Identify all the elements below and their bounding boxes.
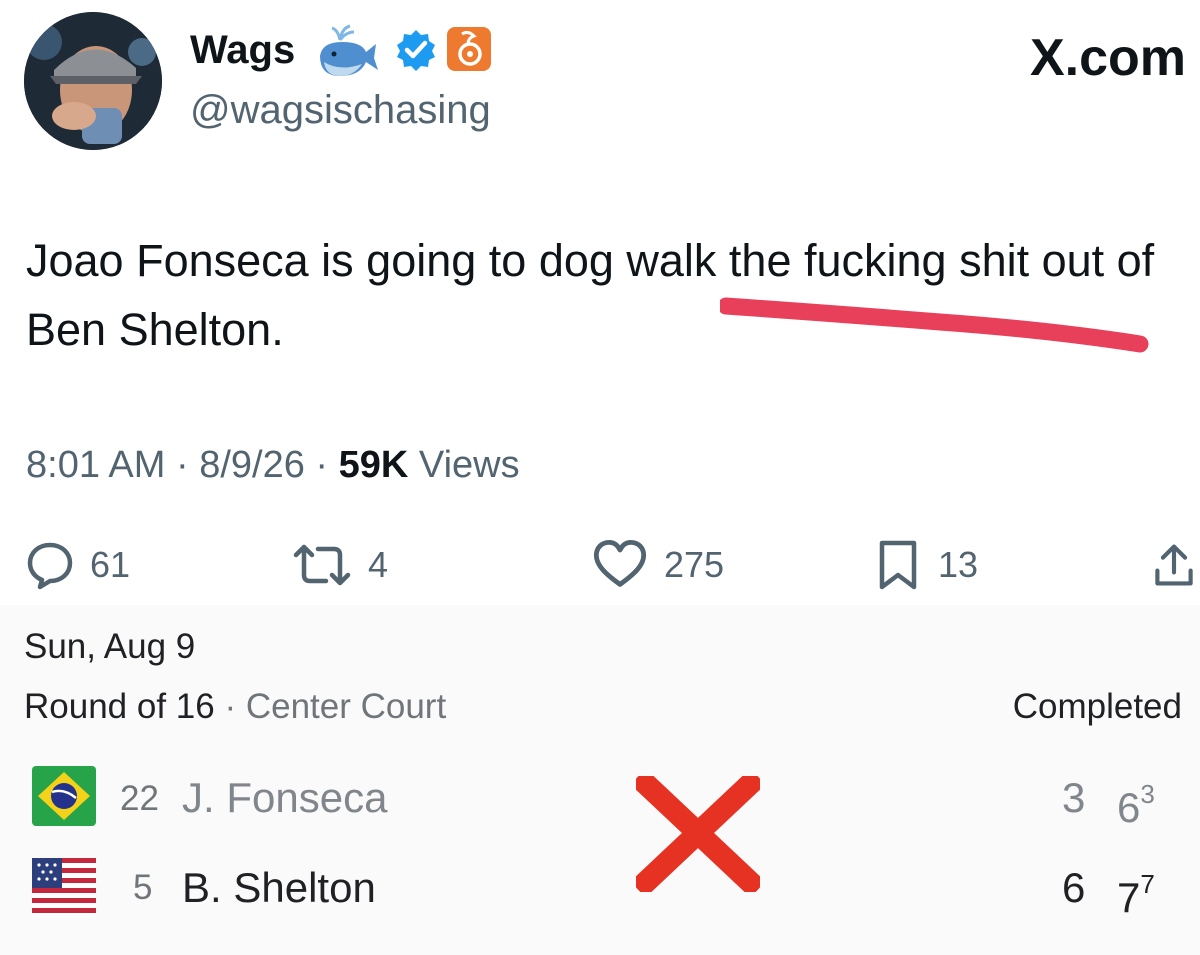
set-score: 77 [1117,862,1155,924]
match-round-line: Round of 16 · Center Court [24,683,446,731]
set-score: 6 [1062,864,1086,911]
reply-icon [27,542,73,590]
share-icon [1155,544,1193,586]
tweet-time[interactable]: 8:01 AM [26,444,165,486]
set-score: 3 [1062,774,1086,821]
reply-count: 61 [90,544,131,585]
tweet-meta: 8:01 AM · 8/9/26 · 59K Views [26,440,520,490]
whale-icon [320,24,378,76]
tiebreak-score: 3 [1140,779,1155,809]
tweet-date[interactable]: 8/9/26 [199,444,305,486]
player-seed: 5 [133,868,153,907]
match-status: Completed [1012,687,1182,726]
red-underline-annotation [720,297,1149,353]
bookmark-icon [879,540,917,590]
brazil-flag-icon [32,766,96,826]
match-date: Sun, Aug 9 [24,627,196,666]
match-round: Round of 16 [24,687,215,726]
set-games: 7 [1117,874,1141,921]
bookmark-count: 13 [938,544,979,585]
avatar-photo [24,12,162,150]
retweet-button[interactable]: 4 [290,535,388,595]
share-button[interactable] [1150,535,1198,595]
verified-icon [397,30,435,71]
bookmark-button[interactable]: 13 [872,535,978,595]
like-count: 275 [664,544,725,585]
retweet-icon [293,544,351,586]
set-games: 6 [1117,784,1141,831]
x-logo: X.com [1029,29,1186,87]
player-name[interactable]: J. Fonseca [182,772,387,824]
views-label: Views [418,444,520,486]
set-score: 63 [1117,772,1155,834]
red-x-icon [636,776,760,892]
separator-dot: · [214,687,246,726]
player-seed: 22 [120,779,159,818]
usa-flag-icon [32,858,96,918]
display-name[interactable]: Wags [190,26,295,74]
tiebreak-score: 7 [1140,869,1155,899]
avatar[interactable] [24,12,162,150]
brand-icon [447,27,491,71]
separator-dot: · [315,444,339,486]
retweet-count: 4 [368,544,389,585]
like-icon [593,539,647,587]
like-button[interactable]: 275 [590,535,724,595]
reply-button[interactable]: 61 [24,535,130,595]
handle[interactable]: @wagsischasing [190,86,491,134]
separator-dot: · [175,444,200,486]
views-count: 59K [338,444,409,486]
match-court: Center Court [245,687,447,726]
player-name[interactable]: B. Shelton [182,862,376,914]
